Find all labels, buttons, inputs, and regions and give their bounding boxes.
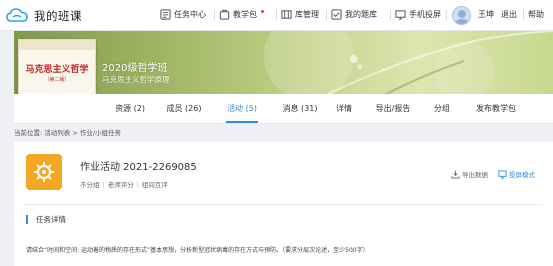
activity-meta: 不分组 | 老师评分 | 组间互评 bbox=[80, 179, 168, 189]
nav-teaching-package[interactable]: 教学包 bbox=[219, 9, 264, 20]
tab-export-report[interactable]: 导出/报告 bbox=[376, 103, 411, 114]
cover-subtitle: （第二版） bbox=[44, 77, 70, 83]
nav-phone-cast[interactable]: 手机投屏 bbox=[395, 9, 441, 20]
task-center-icon bbox=[160, 9, 171, 20]
class-name: 2020级哲学班 bbox=[102, 63, 168, 74]
nav-phone-cast-label: 手机投屏 bbox=[409, 10, 441, 19]
tab-resources[interactable]: 资源 (2) bbox=[115, 103, 145, 114]
card-divider bbox=[24, 204, 543, 205]
nav-library[interactable]: 库管理 bbox=[281, 9, 319, 20]
active-tab-indicator bbox=[226, 121, 258, 123]
nav-divider bbox=[326, 10, 327, 20]
task-description: 请结合“时间和空间: 运动着的物质的存在形式”基本思想，分析新型冠状病毒的存在方… bbox=[26, 247, 369, 254]
tab-publish-package[interactable]: 发布教学包 bbox=[476, 103, 516, 114]
nav-teaching-package-label: 教学包 bbox=[233, 10, 257, 19]
meta-grading: 老师评分 bbox=[107, 181, 134, 189]
help-link[interactable]: 帮助 bbox=[528, 9, 544, 20]
teaching-package-icon bbox=[219, 9, 230, 20]
meta-separator: | bbox=[136, 181, 139, 189]
logout-link[interactable]: 退出 bbox=[501, 9, 517, 20]
breadcrumb[interactable]: 当前位置: 活动列表 > 作业/小组任务 bbox=[14, 127, 121, 137]
activity-card: 作业活动 2021-2269085 不分组 | 老师评分 | 组间互评 导出数据 投屏模… bbox=[14, 142, 553, 266]
meta-grouping: 不分组 bbox=[80, 181, 100, 189]
projection-mode-button[interactable]: 投屏模式 bbox=[498, 169, 535, 179]
task-details-title: 任务详情 bbox=[26, 215, 66, 224]
projection-mode-label: 投屏模式 bbox=[509, 171, 535, 179]
user-name[interactable]: 王坤 bbox=[478, 9, 494, 20]
activity-title: 作业活动 2021-2269085 bbox=[80, 162, 197, 173]
nav-divider bbox=[446, 10, 447, 20]
nav-question-bank[interactable]: 我的题库 bbox=[331, 9, 377, 20]
homework-activity-icon bbox=[26, 154, 62, 190]
meta-peer-review: 组间互评 bbox=[141, 181, 168, 189]
user-name-label: 王坤 bbox=[478, 10, 494, 19]
phone-cast-icon bbox=[395, 10, 406, 20]
meta-separator: | bbox=[102, 181, 105, 189]
cover-title: 马克思主义哲学 bbox=[25, 65, 89, 75]
tab-messages[interactable]: 消息 (31) bbox=[283, 103, 318, 114]
user-avatar[interactable] bbox=[452, 6, 471, 25]
export-icon bbox=[451, 170, 460, 179]
nav-divider bbox=[523, 10, 524, 20]
help-label: 帮助 bbox=[528, 10, 544, 19]
projection-icon bbox=[498, 169, 507, 179]
nav-task-center[interactable]: 任务中心 bbox=[160, 9, 206, 20]
tab-details[interactable]: 详情 bbox=[336, 103, 352, 114]
top-bar: 我的班课 任务中心 教学包 库管理 我的题库 手机投屏 王坤 退出 帮助 bbox=[0, 0, 553, 31]
nav-question-bank-label: 我的题库 bbox=[345, 10, 377, 19]
logout-label: 退出 bbox=[501, 10, 517, 19]
course-name: 马克思主义哲学原理 bbox=[102, 75, 170, 84]
cover-strip bbox=[19, 40, 95, 50]
nav-divider bbox=[390, 10, 391, 20]
cloud-logo-icon[interactable] bbox=[6, 7, 28, 23]
tab-members[interactable]: 成员 (26) bbox=[167, 103, 202, 114]
nav-divider bbox=[214, 10, 215, 20]
library-icon bbox=[281, 10, 292, 19]
class-tabs: 资源 (2) 成员 (26) 活动 (5) 消息 (31) 详情 导出/报告 分… bbox=[14, 94, 553, 124]
notification-badge bbox=[261, 10, 264, 13]
question-bank-icon bbox=[331, 9, 342, 20]
gear-people-icon bbox=[34, 162, 54, 182]
nav-library-label: 库管理 bbox=[295, 10, 319, 19]
app-brand[interactable]: 我的班课 bbox=[34, 8, 82, 24]
export-data-button[interactable]: 导出数据 bbox=[451, 169, 488, 179]
export-data-label: 导出数据 bbox=[462, 171, 488, 179]
tab-groups[interactable]: 分组 bbox=[434, 103, 450, 114]
nav-task-center-label: 任务中心 bbox=[174, 10, 206, 19]
tab-activities[interactable]: 活动 (5) bbox=[227, 103, 257, 114]
nav-divider bbox=[276, 10, 277, 20]
